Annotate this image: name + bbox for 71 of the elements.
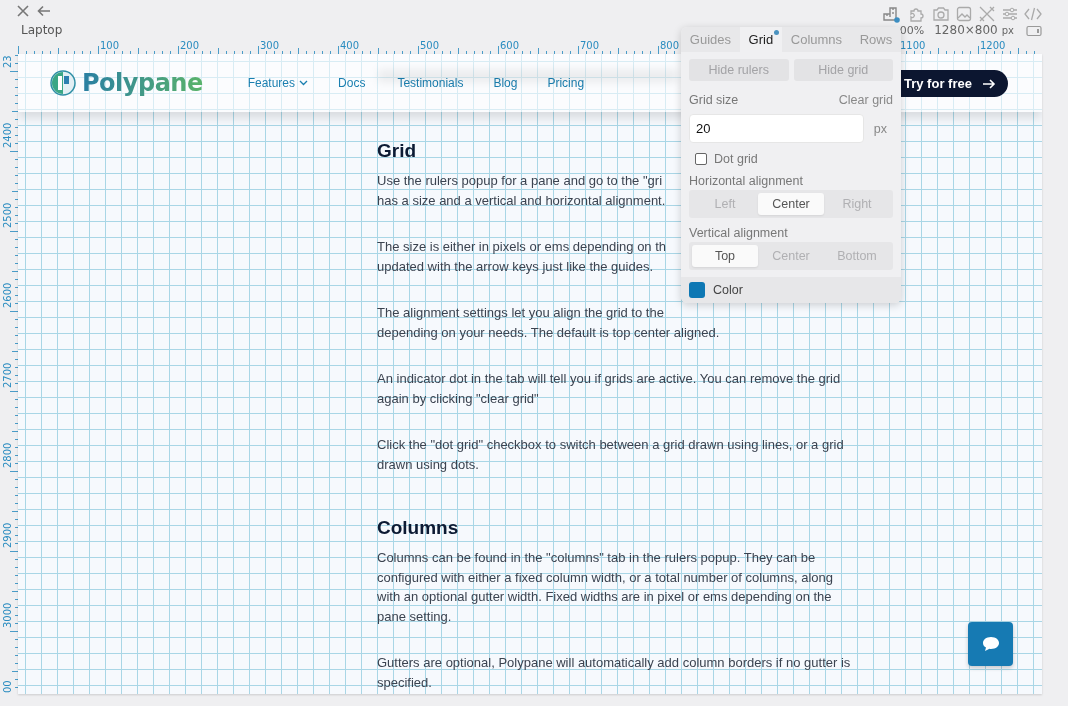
ruler-icon[interactable] (882, 5, 902, 23)
ruler-label: 3000 (2, 602, 13, 628)
dot-grid-checkbox[interactable] (695, 153, 707, 165)
clear-grid-link[interactable]: Clear grid (838, 93, 893, 107)
sliders-icon[interactable] (1002, 6, 1018, 22)
ruler-label: 2800 (2, 442, 13, 468)
paragraph: The alignment settings let you align the grid to the depending on your needs. The default is top center aligned. (377, 304, 720, 342)
puzzle-icon[interactable] (908, 5, 926, 23)
ruler-label: 200 (180, 40, 200, 51)
tools-icon[interactable] (978, 5, 996, 23)
grid-size-field[interactable]: 20 (689, 114, 864, 143)
close-icon[interactable] (17, 5, 29, 17)
section-heading: Grid (377, 139, 417, 163)
paragraph: Click the "dot grid" checkbox to switch between a grid drawn using lines, or a grid drawn using dots. (377, 436, 844, 474)
paragraph: Gutters are optional, Polypane will automatically add column borders if no gutter is specified. (377, 654, 851, 692)
popup-tab[interactable]: Columns (782, 27, 851, 52)
grid-size-label: Grid size (689, 93, 739, 107)
segment-option[interactable]: Top (692, 245, 758, 267)
ruler-label: 1200 (980, 40, 1006, 51)
ruler-label: 2600 (2, 282, 13, 308)
ruler-label: 2400 (2, 122, 13, 148)
color-swatch[interactable] (689, 282, 705, 298)
nav-link[interactable]: Docs (338, 76, 366, 90)
chat-icon (980, 635, 1001, 653)
ruler-label: 500 (420, 40, 440, 51)
vertical-alignment-label: Vertical alignment (689, 226, 789, 240)
ruler-label: 400 (340, 40, 360, 51)
segment-option[interactable]: Center (758, 193, 824, 215)
logo-text[interactable]: Polypane (82, 69, 203, 97)
ruler-label: 2900 (2, 522, 13, 548)
nav-link[interactable]: Testimonials (397, 76, 464, 90)
caret-icon (299, 80, 309, 86)
nav-link[interactable]: Features (247, 76, 309, 90)
nav-link[interactable]: Blog (493, 76, 518, 90)
logo-icon (50, 70, 76, 96)
indicator-dot (774, 30, 779, 35)
arrow-icon (981, 78, 996, 89)
popup-tab[interactable]: Guides (681, 27, 740, 52)
screen-icon[interactable] (1026, 24, 1042, 37)
ruler-label: 23 (2, 55, 13, 68)
camera-icon[interactable] (932, 6, 950, 22)
dot-grid-label[interactable]: Dot grid (714, 152, 758, 166)
device-label: Laptop (20, 24, 63, 36)
paragraph: An indicator dot in the tab will tell you if grids are active. You can remove the grid again by clicking "clear grid" (377, 370, 841, 408)
ruler-label: 800 (660, 40, 680, 51)
resolution-text[interactable]: 1280×800 (934, 24, 998, 37)
ruler-label: 2700 (2, 362, 13, 388)
chat-button[interactable] (968, 622, 1013, 666)
ruler-label: 00 (2, 680, 13, 693)
ruler-label: 600 (500, 40, 520, 51)
nav-link[interactable]: Pricing (547, 76, 585, 90)
unit-text: px (1001, 24, 1014, 37)
horizontal-alignment-label: Horizontal alignment (689, 174, 804, 188)
paragraph: Columns can be found in the "columns" tab in the rulers popup. They can be configured with either a fixed column width, or a total number of columns, along with an optional gutter width. Fixed widths are in pixel or ems depending on the pane setting. (377, 549, 833, 626)
try-for-free-button[interactable]: Try for free (901, 70, 1008, 97)
zoom-level[interactable]: 00% (899, 24, 925, 37)
ruler-label: 100 (100, 40, 120, 51)
ruler-label: 1100 (900, 40, 926, 51)
code-icon[interactable] (1024, 7, 1042, 21)
image-icon[interactable] (956, 6, 972, 22)
paragraph: The size is either in pixels or ems depending on th updated with the arrow keys just like the guides. (377, 238, 667, 276)
ruler-label: 2500 (2, 202, 13, 228)
popup-tab[interactable]: Grid (739, 27, 782, 52)
back-icon[interactable] (37, 5, 51, 17)
section-heading: Columns (377, 516, 459, 540)
ruler-label: 700 (580, 40, 600, 51)
color-label: Color (713, 283, 743, 297)
popup-tab[interactable]: Rows (850, 27, 901, 52)
paragraph: Use the rulers popup for a pane and go to the "gri has a size and a vertical and horizontal alignment. (377, 172, 666, 210)
ruler-label: 300 (260, 40, 280, 51)
unit-text: px (873, 121, 887, 136)
